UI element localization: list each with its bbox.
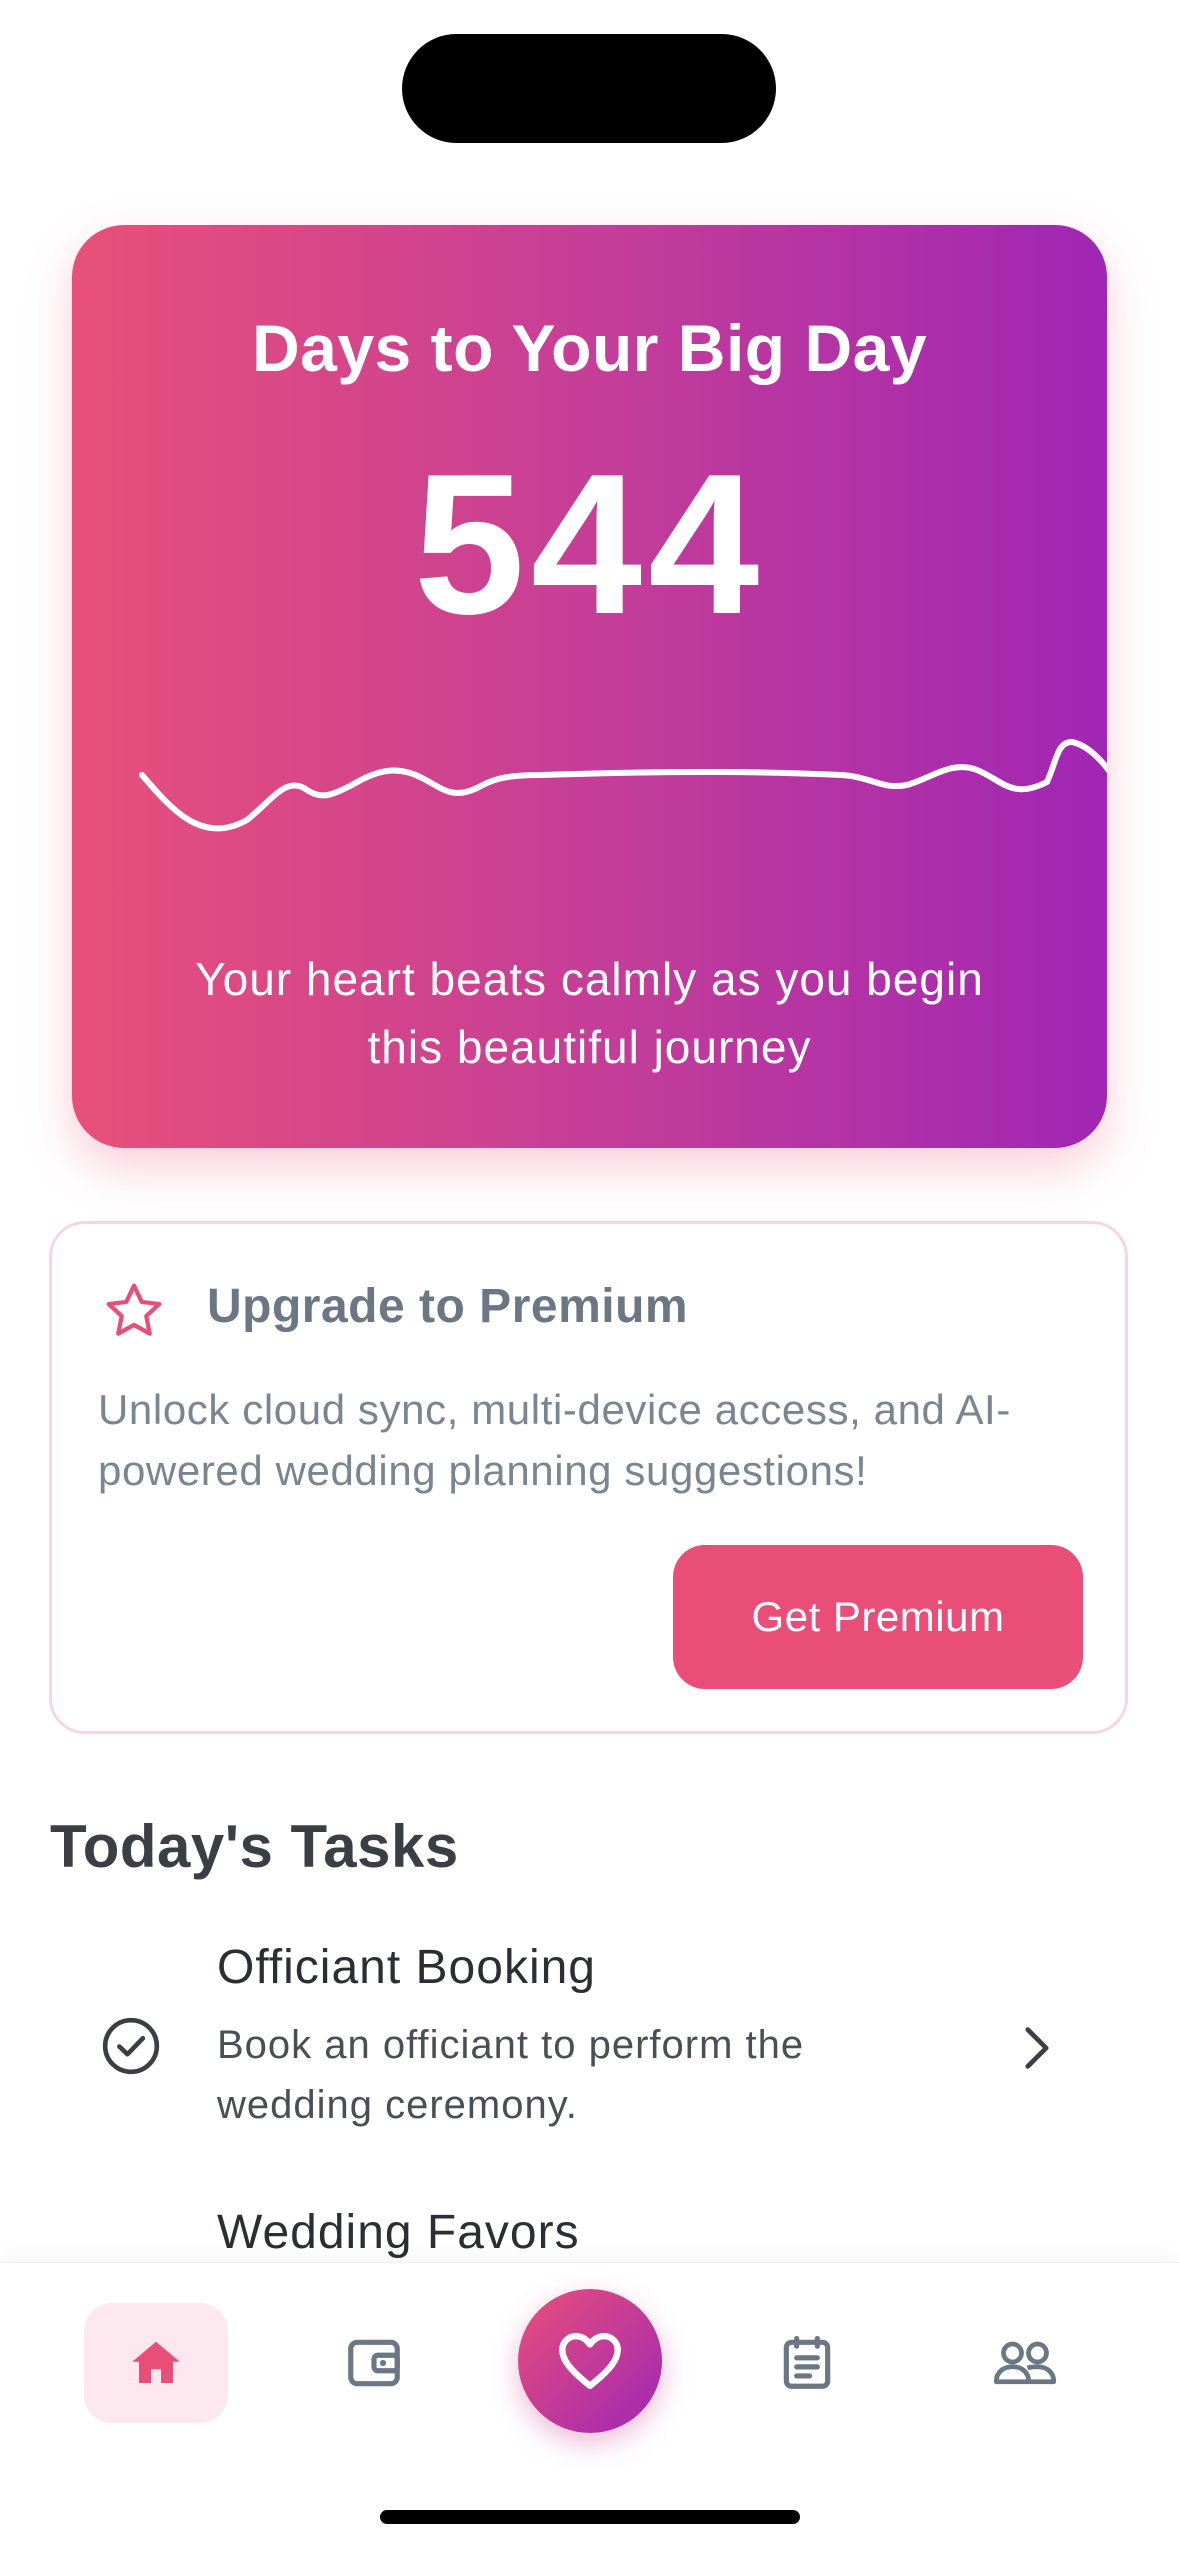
task-title: Officiant Booking (217, 1941, 596, 1994)
guests-icon (993, 2341, 1057, 2385)
heartbeat-line (139, 739, 1107, 832)
check-circle-icon[interactable] (100, 2015, 162, 2077)
countdown-title: Days to Your Big Day (251, 311, 928, 385)
countdown-days: 544 (413, 433, 766, 656)
chevron-right-icon[interactable] (1015, 2020, 1059, 2076)
task-description: Book an officiant to perform the wedding… (217, 2023, 805, 2127)
home-icon (132, 2341, 180, 2383)
home-indicator[interactable] (380, 2510, 800, 2524)
star-icon (106, 1283, 162, 1336)
nav-guests[interactable] (953, 2303, 1097, 2423)
nav-wedding-heart[interactable] (518, 2289, 662, 2433)
heartbeat-message: Your heart beats calmly as you begin thi… (195, 953, 984, 1073)
section-title-todays-tasks: Today's Tasks (50, 1813, 459, 1880)
task-item[interactable]: Officiant Booking Book an officiant to p… (50, 1940, 1129, 2160)
nav-wallet[interactable] (302, 2303, 446, 2423)
premium-card: Upgrade to Premium Unlock cloud sync, mu… (49, 1221, 1128, 1734)
premium-title: Upgrade to Premium (207, 1280, 689, 1333)
nav-home[interactable] (84, 2303, 228, 2423)
notes-icon (783, 2335, 831, 2389)
heart-icon (559, 2333, 621, 2389)
nav-tasks[interactable] (735, 2303, 879, 2423)
task-title: Wedding Favors (217, 2206, 580, 2259)
countdown-card: Days to Your Big Day 544 Your heart beat… (72, 225, 1107, 1148)
wallet-icon (348, 2339, 400, 2387)
dynamic-island (402, 34, 776, 143)
get-premium-button[interactable]: Get Premium (673, 1545, 1083, 1689)
premium-description: Unlock cloud sync, multi-device access, … (98, 1386, 1011, 1494)
